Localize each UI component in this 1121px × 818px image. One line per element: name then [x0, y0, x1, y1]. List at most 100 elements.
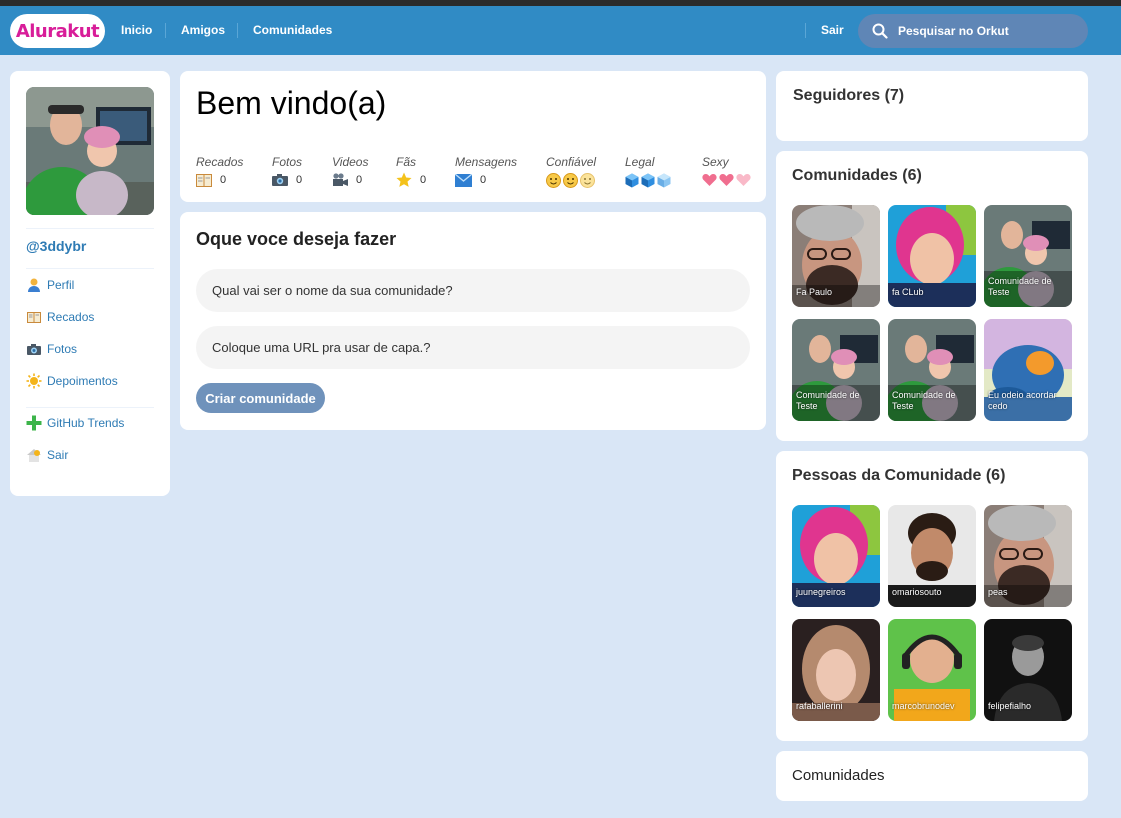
stat-mensagens: Mensagens 0 [455, 155, 517, 188]
sidebar-item-perfil[interactable]: Perfil [26, 275, 74, 295]
communities-footer-box: Comunidades [776, 751, 1088, 801]
nav-amigos-link[interactable]: Amigos [181, 6, 225, 55]
smiley-icon [546, 172, 561, 188]
logout-link[interactable]: Sair [821, 6, 844, 55]
community-tile-label: Comunidade de Teste [892, 390, 956, 411]
community-name-placeholder: Qual vai ser o nome da sua comunidade? [212, 283, 453, 298]
stat-label: Recados [196, 155, 244, 169]
stat-label: Sexy [702, 155, 729, 169]
community-tile[interactable]: Comunidade de Teste [984, 205, 1072, 307]
community-tile[interactable]: fa CLub [888, 205, 976, 307]
stat-label: Legal [625, 155, 655, 169]
search-input[interactable]: Pesquisar no Orkut [858, 14, 1088, 48]
stat-fotos: Fotos 0 [272, 155, 302, 188]
stat-fas: Fãs 0 [396, 155, 426, 188]
plus-icon [26, 415, 42, 431]
book-icon [26, 309, 42, 325]
sidebar-item-label: GitHub Trends [47, 416, 125, 430]
ice-cube-icon [657, 173, 671, 187]
top-navbar: Alurakut Inicio Amigos Comunidades Sair … [0, 6, 1121, 55]
welcome-box: Bem vindo(a) Recados 0 Fotos 0 Videos 0 … [180, 71, 766, 202]
sidebar-item-sair[interactable]: Sair [26, 445, 68, 465]
community-tile-label: fa CLub [892, 287, 924, 297]
stat-value: 0 [420, 174, 427, 186]
stat-value: 0 [480, 174, 487, 186]
communities-footer-title: Comunidades [792, 767, 885, 784]
sidebar-item-recados[interactable]: Recados [26, 307, 94, 327]
person-tile[interactable]: felipefialho [984, 619, 1072, 721]
community-name-input[interactable]: Qual vai ser o nome da sua comunidade? [196, 269, 750, 312]
community-tile[interactable]: Fa Paulo [792, 205, 880, 307]
community-image-url-placeholder: Coloque uma URL pra usar de capa.? [212, 340, 431, 355]
star-icon [396, 172, 412, 187]
heart-icon [702, 173, 717, 186]
create-community-button[interactable]: Criar comunidade [196, 383, 325, 413]
search-icon [872, 23, 888, 39]
heart-icon [736, 173, 751, 186]
create-community-form: Oque voce deseja fazer Qual vai ser o no… [180, 212, 766, 430]
heart-icon [719, 173, 734, 186]
nav-inicio-link[interactable]: Inicio [121, 6, 152, 55]
person-tile-label: juunegreiros [796, 587, 846, 597]
followers-title: Seguidores (7) [793, 87, 905, 104]
stat-legal: Legal [625, 155, 671, 188]
smiley-icon [580, 172, 595, 188]
community-tile-label: Comunidade de Teste [988, 276, 1052, 297]
rating-row [702, 172, 751, 188]
sidebar-item-github-trends[interactable]: GitHub Trends [26, 413, 124, 433]
stat-label: Mensagens [455, 155, 518, 169]
nav-divider [237, 23, 238, 38]
stat-videos: Videos 0 [332, 155, 368, 188]
person-tile-label: omariosouto [892, 587, 942, 597]
sidebar-item-label: Recados [47, 310, 95, 324]
stat-recados: Recados 0 [196, 155, 243, 188]
house-icon [26, 447, 42, 463]
profile-username-link[interactable]: @3ddybr [26, 238, 86, 254]
stat-value: 0 [356, 174, 363, 186]
stat-confiavel: Confiável [546, 155, 596, 188]
stat-label: Fotos [272, 155, 303, 169]
communities-title: Comunidades (6) [792, 167, 922, 184]
sidebar-item-label: Perfil [47, 278, 75, 292]
community-tile[interactable]: Comunidade de Teste [792, 319, 880, 421]
followers-box: Seguidores (7) [776, 71, 1088, 141]
community-tile[interactable]: Eu odeio acordar cedo [984, 319, 1072, 421]
person-tile[interactable]: marcobrunodev [888, 619, 976, 721]
nav-comunidades-link[interactable]: Comunidades [253, 6, 332, 55]
sidebar-item-label: Depoimentos [47, 374, 118, 388]
person-tile[interactable]: rafaballerini [792, 619, 880, 721]
sidebar-item-label: Fotos [47, 342, 78, 356]
sidebar-divider [26, 228, 154, 229]
person-tile-label: rafaballerini [796, 701, 843, 711]
person-tile[interactable]: omariosouto [888, 505, 976, 607]
search-placeholder: Pesquisar no Orkut [898, 24, 1009, 38]
community-tile[interactable]: Comunidade de Teste [888, 319, 976, 421]
form-title: Oque voce deseja fazer [196, 229, 397, 249]
sidebar-item-label: Sair [47, 448, 69, 462]
community-tile-label: Fa Paulo [796, 287, 833, 297]
envelope-icon [455, 173, 472, 187]
person-tile[interactable]: juunegreiros [792, 505, 880, 607]
book-icon [196, 174, 212, 187]
sidebar-item-fotos[interactable]: Fotos [26, 339, 77, 359]
stat-sexy: Sexy [702, 155, 751, 188]
camera-icon [26, 341, 42, 357]
nav-divider [165, 23, 166, 38]
ice-cube-icon [625, 173, 639, 187]
person-tile[interactable]: peas [984, 505, 1072, 607]
nav-divider [805, 23, 806, 38]
stat-label: Confiável [546, 155, 597, 169]
welcome-title: Bem vindo(a) [196, 85, 387, 121]
community-tile-label: Comunidade de Teste [796, 390, 860, 411]
sidebar-item-depoimentos[interactable]: Depoimentos [26, 371, 118, 391]
stat-value: 0 [220, 174, 227, 186]
rating-row [546, 172, 596, 188]
community-people-box: Pessoas da Comunidade (6) juunegreiros o… [776, 451, 1088, 741]
alurakut-logo[interactable]: Alurakut [10, 14, 105, 48]
profile-photo[interactable] [26, 87, 154, 215]
people-title: Pessoas da Comunidade (6) [792, 467, 1006, 484]
rating-row [625, 172, 671, 188]
user-icon [26, 277, 42, 293]
community-tile-label: Eu odeio acordar cedo [988, 390, 1057, 411]
community-image-url-input[interactable]: Coloque uma URL pra usar de capa.? [196, 326, 750, 369]
